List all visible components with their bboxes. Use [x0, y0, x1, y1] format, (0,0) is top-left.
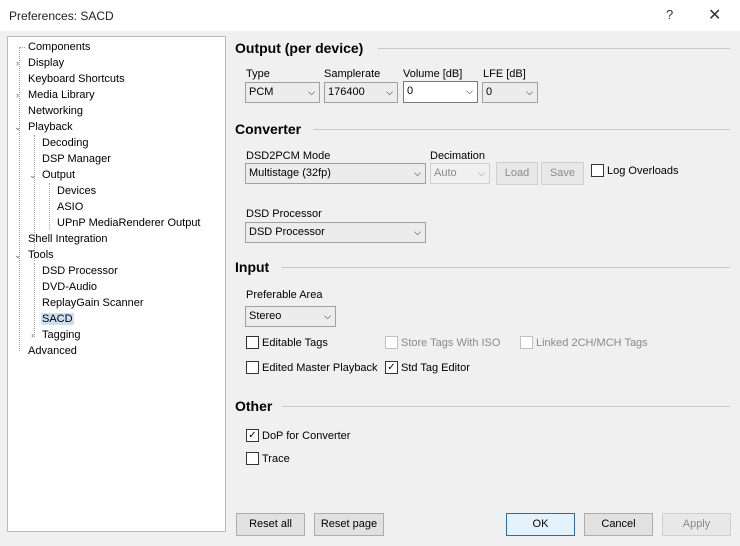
- reset-page-button[interactable]: Reset page: [314, 513, 384, 536]
- checkbox-box: [246, 451, 259, 465]
- chevron-down-icon: ⌵: [478, 168, 485, 178]
- chevron-down-icon: ⌵: [324, 311, 331, 321]
- tree-expander-icon[interactable]: ›: [16, 55, 19, 71]
- close-icon[interactable]: ✕: [708, 5, 721, 25]
- tree-item-media-library[interactable]: › Media Library: [16, 87, 95, 103]
- help-icon[interactable]: ?: [666, 7, 673, 22]
- section-divider: [282, 267, 730, 268]
- checkbox-box: [520, 335, 533, 349]
- chevron-down-icon: ⌵: [414, 168, 421, 178]
- tree-item-tools[interactable]: ⌄ Tools: [14, 247, 54, 263]
- chevron-down-icon: ⌵: [386, 87, 393, 97]
- checkbox-box: [385, 335, 398, 349]
- tree-item-shell-integration[interactable]: Shell Integration: [19, 231, 108, 247]
- section-divider: [313, 129, 730, 130]
- samplerate-select[interactable]: 176400 ⌵: [324, 82, 398, 103]
- apply-button[interactable]: Apply: [662, 513, 731, 536]
- preferences-tree[interactable]: Components › Display Keyboard Shortcuts ›…: [7, 36, 226, 532]
- section-converter-heading: Converter: [235, 121, 302, 137]
- editable-tags-checkbox[interactable]: Editable Tags: [246, 335, 328, 350]
- chevron-down-icon: ⌵: [414, 227, 421, 237]
- decimation-label: Decimation: [430, 150, 486, 162]
- tree-item-networking[interactable]: Networking: [19, 103, 83, 119]
- preferable-area-label: Preferable Area: [246, 289, 323, 301]
- tree-item-asio[interactable]: ASIO: [49, 199, 83, 215]
- save-button[interactable]: Save: [541, 162, 584, 185]
- tree-item-dsp-manager[interactable]: DSP Manager: [34, 151, 111, 167]
- edited-master-playback-checkbox[interactable]: Edited Master Playback: [246, 360, 378, 375]
- tree-expander-icon[interactable]: ⌄: [14, 247, 22, 263]
- std-tag-editor-checkbox[interactable]: ✓ Std Tag Editor: [385, 360, 470, 375]
- checkmark-icon: ✓: [385, 360, 398, 374]
- decimation-select[interactable]: Auto ⌵: [430, 163, 490, 184]
- chevron-down-icon: ⌵: [466, 86, 473, 96]
- tree-item-sacd[interactable]: SACD: [34, 311, 74, 327]
- cancel-button[interactable]: Cancel: [584, 513, 653, 536]
- tree-item-dsd-processor[interactable]: DSD Processor: [34, 263, 118, 279]
- tree-item-advanced[interactable]: Advanced: [19, 343, 77, 359]
- tree-item-decoding[interactable]: Decoding: [34, 135, 88, 151]
- tree-item-output[interactable]: ⌄ Output: [29, 167, 75, 183]
- tree-expander-icon[interactable]: ⌄: [29, 167, 37, 183]
- samplerate-label: Samplerate: [324, 68, 381, 80]
- tree-item-replaygain-scanner[interactable]: ReplayGain Scanner: [34, 295, 144, 311]
- volume-combo[interactable]: 0 ⌵: [403, 81, 478, 103]
- dsd2pcm-mode-select[interactable]: Multistage (32fp) ⌵: [245, 163, 426, 184]
- store-tags-iso-checkbox[interactable]: Store Tags With ISO: [385, 335, 500, 350]
- linked-tags-checkbox[interactable]: Linked 2CH/MCH Tags: [520, 335, 648, 350]
- load-button[interactable]: Load: [496, 162, 538, 185]
- section-input-heading: Input: [235, 259, 270, 275]
- checkbox-box: [246, 335, 259, 349]
- tree-item-tagging[interactable]: › Tagging: [31, 327, 81, 343]
- tree-item-upnp-output[interactable]: UPnP MediaRenderer Output: [49, 215, 201, 231]
- reset-all-button[interactable]: Reset all: [236, 513, 305, 536]
- dsd-processor-label: DSD Processor: [246, 208, 322, 220]
- tree-item-playback[interactable]: ⌄ Playback: [14, 119, 73, 135]
- type-label: Type: [246, 68, 270, 80]
- checkbox-box: [246, 360, 259, 374]
- title-bar: Preferences: SACD ? ✕: [0, 0, 740, 31]
- checkbox-box: [591, 163, 604, 177]
- tree-item-dvd-audio[interactable]: DVD-Audio: [34, 279, 97, 295]
- tree-item-keyboard-shortcuts[interactable]: Keyboard Shortcuts: [19, 71, 125, 87]
- trace-checkbox[interactable]: Trace: [246, 451, 290, 466]
- tree-item-devices[interactable]: Devices: [49, 183, 96, 199]
- tree-item-components[interactable]: Components: [19, 39, 90, 55]
- type-select[interactable]: PCM ⌵: [245, 82, 320, 103]
- chevron-down-icon: ⌵: [308, 87, 315, 97]
- tree-expander-icon[interactable]: ›: [31, 327, 34, 343]
- log-overloads-checkbox[interactable]: Log Overloads: [591, 163, 679, 178]
- section-output-heading: Output (per device): [235, 40, 364, 56]
- tree-expander-icon[interactable]: ›: [16, 87, 19, 103]
- tree-item-display[interactable]: › Display: [16, 55, 64, 71]
- section-divider: [378, 48, 730, 49]
- window-title: Preferences: SACD: [9, 9, 114, 23]
- checkmark-icon: ✓: [246, 428, 259, 442]
- dsd-processor-select[interactable]: DSD Processor ⌵: [245, 222, 426, 243]
- lfe-label: LFE [dB]: [483, 68, 526, 80]
- dop-converter-checkbox[interactable]: ✓ DoP for Converter: [246, 428, 350, 443]
- section-divider: [282, 406, 730, 407]
- lfe-select[interactable]: 0 ⌵: [482, 82, 538, 103]
- preferable-area-select[interactable]: Stereo ⌵: [245, 306, 336, 327]
- volume-label: Volume [dB]: [403, 68, 463, 80]
- ok-button[interactable]: OK: [506, 513, 575, 536]
- chevron-down-icon: ⌵: [526, 87, 533, 97]
- tree-expander-icon[interactable]: ⌄: [14, 119, 22, 135]
- dsd2pcm-mode-label: DSD2PCM Mode: [246, 150, 331, 162]
- section-other-heading: Other: [235, 398, 273, 414]
